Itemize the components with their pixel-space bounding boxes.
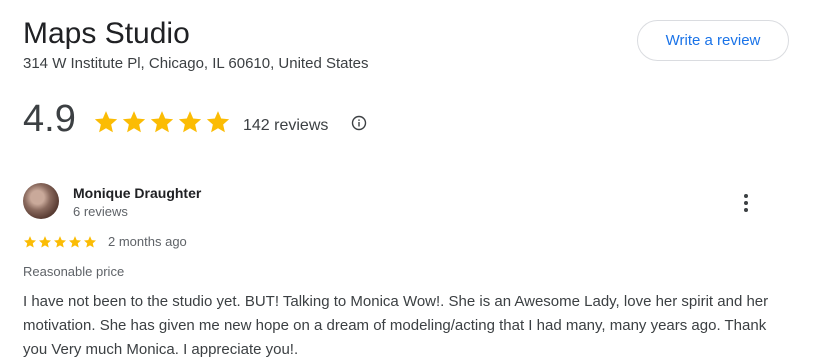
place-title: Maps Studio [23, 17, 190, 50]
star-icon [84, 236, 96, 248]
more-dot [744, 208, 748, 212]
star-icon [94, 111, 118, 133]
rating-value: 4.9 [23, 98, 76, 140]
info-icon[interactable] [351, 115, 367, 131]
more-dot [744, 194, 748, 198]
more-vert-icon[interactable] [734, 190, 758, 216]
review-text: I have not been to the studio yet. BUT! … [23, 293, 769, 358]
review-date: 2 months ago [108, 234, 187, 249]
star-icon [69, 236, 81, 248]
star-icon [178, 111, 202, 133]
place-reviews-panel: Maps Studio 314 W Institute Pl, Chicago,… [0, 0, 814, 358]
reviewer-review-count: 6 reviews [73, 204, 128, 219]
star-icon [24, 236, 36, 248]
star-icon [39, 236, 51, 248]
review-count-link[interactable]: 142 reviews [243, 116, 328, 136]
star-icon [150, 111, 174, 133]
rating-stars [93, 109, 231, 135]
write-review-button[interactable]: Write a review [637, 20, 789, 61]
star-icon [122, 111, 146, 133]
reviewer-avatar[interactable] [23, 183, 59, 219]
reviewer-name[interactable]: Monique Draughter [73, 184, 201, 202]
star-icon [206, 111, 230, 133]
review-tag: Reasonable price [23, 264, 125, 279]
review-stars [23, 235, 97, 249]
place-address: 314 W Institute Pl, Chicago, IL 60610, U… [23, 55, 369, 72]
star-icon [54, 236, 66, 248]
more-dot [744, 201, 748, 205]
